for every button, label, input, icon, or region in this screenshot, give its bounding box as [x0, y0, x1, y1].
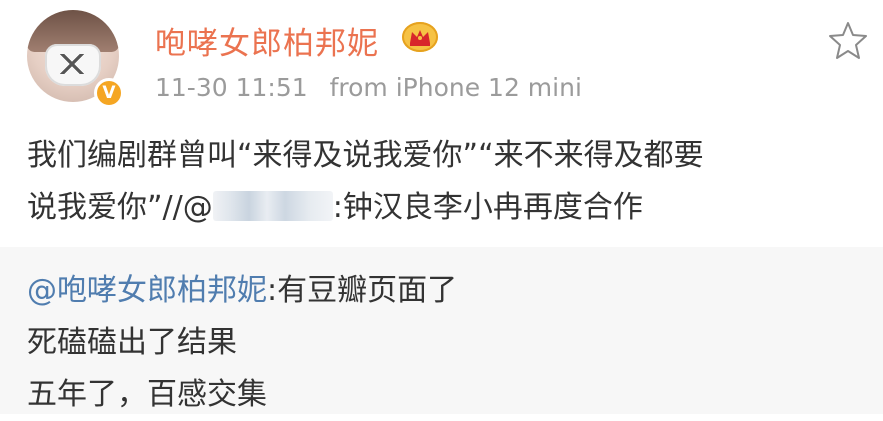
content-text-tail: :钟汉良李小冉再度合作 — [332, 190, 643, 225]
retweet-line-1: @咆哮女郎柏邦妮:有豆瓣页面了 — [27, 265, 457, 317]
crown-icon — [402, 22, 438, 52]
star-outline-icon — [829, 22, 867, 59]
mention-link[interactable]: @咆哮女郎柏邦妮 — [27, 273, 267, 308]
content-line-1: 我们编剧群曾叫“来得及说我爱你”“来不来得及都要 — [27, 138, 704, 173]
content-line-2: 说我爱你”//@ :钟汉良李小冉再度合作 — [27, 182, 867, 234]
source: from iPhone 12 mini — [329, 73, 582, 102]
retweet-text: :有豆瓣页面了 — [267, 273, 458, 308]
weibo-post: V 咆哮女郎柏邦妮 11-30 11:51 from iPhone 12 min… — [0, 0, 883, 247]
blurred-username — [212, 191, 333, 221]
post-content: 我们编剧群曾叫“来得及说我爱你”“来不来得及都要 说我爱你”//@ :钟汉良李小冉… — [27, 130, 867, 234]
retweet-block[interactable]: @咆哮女郎柏邦妮:有豆瓣页面了 死磕磕出了结果 五年了，百感交集 — [0, 247, 883, 414]
retweet-content: @咆哮女郎柏邦妮:有豆瓣页面了 死磕磕出了结果 五年了，百感交集 — [27, 265, 457, 421]
timestamp: 11-30 11:51 — [155, 73, 308, 102]
avatar-mask — [45, 44, 101, 86]
retweet-line-2: 死磕磕出了结果 — [27, 325, 237, 360]
post-meta: 11-30 11:51 from iPhone 12 mini — [155, 73, 582, 102]
content-text: 说我爱你”//@ — [27, 190, 213, 225]
favorite-button[interactable] — [828, 20, 868, 60]
username[interactable]: 咆哮女郎柏邦妮 — [155, 18, 379, 63]
retweet-line-3: 五年了，百感交集 — [27, 377, 267, 412]
verified-badge: V — [94, 78, 124, 108]
